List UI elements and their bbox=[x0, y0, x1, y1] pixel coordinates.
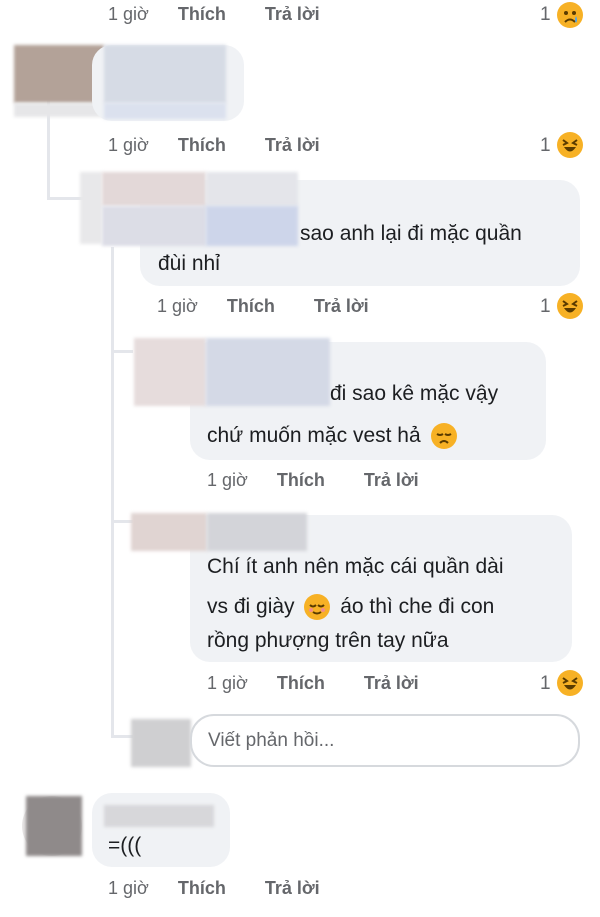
blurred-name bbox=[206, 172, 298, 206]
reaction-count[interactable]: 1 bbox=[540, 135, 551, 157]
reply-button[interactable]: Trả lời bbox=[265, 878, 320, 898]
blurred-name bbox=[104, 45, 226, 103]
time-label: 1 giờ bbox=[157, 296, 198, 316]
reply-input-placeholder: Viết phản hồi... bbox=[208, 730, 335, 751]
reply-input[interactable]: Viết phản hồi... bbox=[190, 714, 580, 767]
reply-button[interactable]: Trả lời bbox=[314, 296, 369, 316]
reply-button[interactable]: Trả lời bbox=[265, 4, 320, 24]
disappointed-emoji-icon bbox=[430, 423, 457, 450]
like-button[interactable]: Thích bbox=[277, 470, 325, 490]
avatar[interactable] bbox=[14, 45, 104, 103]
relieved-emoji-icon bbox=[304, 594, 331, 621]
like-button[interactable]: Thích bbox=[227, 296, 275, 316]
avatar bbox=[131, 719, 191, 767]
thread-line bbox=[111, 247, 114, 737]
blurred-text bbox=[104, 103, 226, 119]
comment-meta: 1 giờ Thích Trả lời bbox=[108, 135, 320, 156]
avatar[interactable] bbox=[131, 513, 207, 551]
thread-line bbox=[111, 520, 133, 523]
haha-emoji-icon bbox=[557, 293, 583, 319]
comment-text-part: vs đi giày bbox=[207, 595, 295, 618]
comment-meta: 1 giờ Thích Trả lời bbox=[108, 878, 320, 899]
blurred-name bbox=[206, 206, 298, 246]
like-button[interactable]: Thích bbox=[178, 878, 226, 898]
comment-text-part: áo thì che đi con bbox=[340, 595, 495, 618]
comment-text: đùi nhỉ bbox=[158, 252, 220, 275]
like-button[interactable]: Thích bbox=[178, 4, 226, 24]
time-label: 1 giờ bbox=[108, 878, 149, 898]
reaction-count[interactable]: 1 bbox=[540, 4, 551, 26]
haha-emoji-icon bbox=[557, 670, 583, 696]
like-button[interactable]: Thích bbox=[178, 135, 226, 155]
avatar-blur bbox=[26, 796, 82, 856]
blurred-name bbox=[102, 172, 206, 206]
reaction-count[interactable]: 1 bbox=[540, 296, 551, 318]
comment-text: =((( bbox=[108, 834, 142, 857]
comment-text: rồng phượng trên tay nữa bbox=[207, 629, 449, 652]
comment-meta: 1 giờ Thích Trả lời bbox=[207, 673, 419, 694]
avatar[interactable] bbox=[134, 338, 206, 406]
time-label: 1 giờ bbox=[207, 470, 248, 490]
blurred-name bbox=[206, 338, 330, 406]
haha-emoji-icon bbox=[557, 132, 583, 158]
comment-text-part: chứ muốn mặc vest hả bbox=[207, 424, 421, 447]
time-label: 1 giờ bbox=[108, 4, 149, 24]
reaction-count[interactable]: 1 bbox=[540, 673, 551, 695]
reply-button[interactable]: Trả lời bbox=[364, 673, 419, 693]
comment-text: chứ muốn mặc vest hả bbox=[207, 416, 457, 456]
thread-line bbox=[111, 735, 133, 738]
thread-line bbox=[111, 350, 133, 353]
avatar[interactable] bbox=[80, 172, 102, 244]
comment-text: sao anh lại đi mặc quần bbox=[300, 222, 522, 245]
sad-emoji-icon bbox=[557, 2, 583, 28]
comment-meta: 1 giờ Thích Trả lời bbox=[108, 4, 320, 25]
time-label: 1 giờ bbox=[207, 673, 248, 693]
comment-meta: 1 giờ Thích Trả lời bbox=[207, 470, 419, 491]
time-label: 1 giờ bbox=[108, 135, 149, 155]
avatar-shadow bbox=[14, 103, 104, 117]
blurred-name bbox=[104, 805, 214, 827]
like-button[interactable]: Thích bbox=[277, 673, 325, 693]
comment-text: đi sao kê mặc vậy bbox=[330, 382, 499, 405]
reply-button[interactable]: Trả lời bbox=[364, 470, 419, 490]
reply-button[interactable]: Trả lời bbox=[265, 135, 320, 155]
blurred-name bbox=[207, 513, 307, 551]
comment-meta: 1 giờ Thích Trả lời bbox=[157, 296, 369, 317]
blurred-name bbox=[102, 206, 206, 246]
comment-text: Chí ít anh nên mặc cái quần dài bbox=[207, 555, 504, 578]
